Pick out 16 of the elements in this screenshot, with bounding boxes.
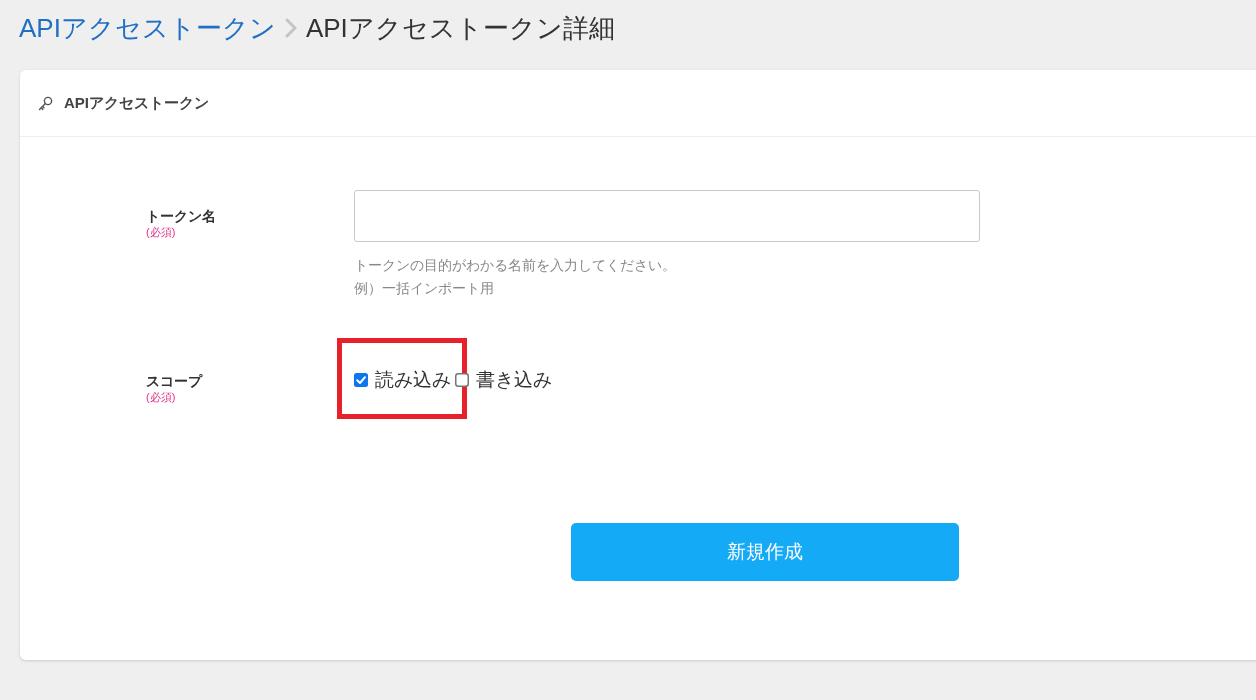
checkbox-label[interactable]: 書き込み xyxy=(476,368,552,392)
key-icon xyxy=(38,95,53,111)
card-title: APIアクセストークン xyxy=(64,92,209,113)
field-label: スコープ xyxy=(146,372,202,390)
checkbox[interactable] xyxy=(455,373,469,387)
field-label: トークン名 xyxy=(146,207,216,225)
required-mark: (必須) xyxy=(146,225,176,239)
help-text: 例）一括インポート用 xyxy=(354,279,494,298)
chevron-right-icon xyxy=(284,18,297,38)
page-title: APIアクセストークン詳細 xyxy=(305,12,615,44)
breadcrumb-link[interactable]: APIアクセストークン xyxy=(19,12,276,44)
checkbox[interactable] xyxy=(354,373,368,387)
required-mark: (必須) xyxy=(146,390,176,404)
help-text: トークンの目的がわかる名前を入力してください。 xyxy=(354,256,676,275)
checkbox-label[interactable]: 読み込み xyxy=(375,368,451,392)
token-name-input[interactable] xyxy=(354,190,980,242)
